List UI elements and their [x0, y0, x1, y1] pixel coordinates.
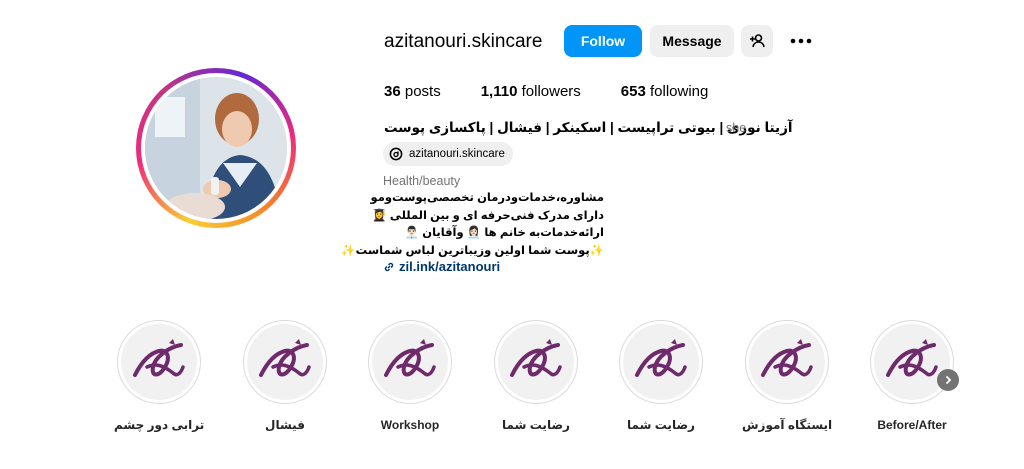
brand-logo-icon	[384, 339, 436, 377]
highlight-image	[749, 324, 825, 400]
following-label: following	[650, 83, 709, 100]
threads-handle: azitanouri.skincare	[409, 148, 505, 160]
highlights-next-button[interactable]	[937, 369, 959, 391]
story-highlights: ترابی دور چشم فیشال Workshop رضایت شما ر…	[0, 320, 1024, 440]
following-count: 653	[620, 83, 646, 100]
followers-label: followers	[521, 83, 581, 100]
highlight-item[interactable]: Workshop	[365, 320, 455, 432]
profile-category: Health/beauty	[383, 174, 461, 188]
posts-label: posts	[404, 83, 441, 100]
avatar-photo	[145, 77, 287, 219]
profile-username: azitanouri.skincare	[384, 31, 543, 52]
followers-stat[interactable]: 1,110 followers	[481, 83, 581, 100]
highlight-item[interactable]: فیشال	[240, 320, 330, 432]
highlight-item[interactable]: رضایت شما	[491, 320, 581, 432]
pronouns: she	[726, 121, 747, 135]
highlight-image	[498, 324, 574, 400]
bio-line: ارائه‌خدمات‌به خانم ها 👩🏻‍💼 وآقایان 👨🏻‍💼	[404, 227, 604, 239]
highlight-item[interactable]: ترابی دور چشم	[114, 320, 204, 432]
brand-logo-icon	[259, 339, 311, 377]
bio-line: ✨پوست شما اولین وزیباترین لباس شماست✨	[341, 244, 604, 257]
following-stat[interactable]: 653 following	[621, 83, 709, 100]
highlight-image	[121, 324, 197, 400]
more-options-icon	[790, 38, 812, 44]
message-button[interactable]: Message	[650, 25, 734, 57]
highlight-label: فیشال	[265, 418, 305, 432]
highlight-label: Before/After	[877, 418, 947, 432]
threads-badge[interactable]: azitanouri.skincare	[383, 142, 513, 166]
suggested-accounts-button[interactable]	[741, 25, 773, 57]
bio-line: دارای مدرک فنی‌حرفه ای و بین المللی 👩‍🎓	[372, 209, 604, 222]
highlight-label: ترابی دور چشم	[114, 418, 205, 432]
highlight-label: Workshop	[380, 418, 440, 432]
highlight-image	[874, 324, 950, 400]
bio-link[interactable]: zil.ink/azitanouri	[383, 259, 500, 274]
person-plus-icon	[750, 34, 765, 48]
more-options-button[interactable]	[788, 30, 814, 52]
posts-stat: 36 posts	[384, 83, 441, 100]
highlight-item[interactable]: ایستگاه آموزش	[742, 320, 832, 432]
brand-logo-icon	[510, 339, 562, 377]
highlight-label: رضایت شما	[502, 418, 570, 432]
chevron-right-icon	[945, 375, 952, 385]
highlight-item[interactable]: رضایت شما	[616, 320, 706, 432]
brand-logo-icon	[761, 339, 813, 377]
highlight-cover	[243, 320, 327, 404]
highlight-cover	[368, 320, 452, 404]
link-icon	[384, 262, 394, 271]
highlight-cover	[494, 320, 578, 404]
highlight-image	[372, 324, 448, 400]
highlight-cover	[619, 320, 703, 404]
avatar-border	[141, 73, 291, 223]
posts-count: 36	[384, 83, 401, 100]
avatar-portrait-icon	[145, 77, 287, 219]
bio-link-text: zil.ink/azitanouri	[399, 259, 501, 274]
bio-line: مشاوره،خدمات‌ودرمان تخصصی‌پوست‌ومو	[370, 192, 604, 204]
highlight-cover	[870, 320, 954, 404]
profile-stats: 36 posts 1,110 followers 653 following	[384, 83, 748, 100]
followers-count: 1,110	[480, 83, 518, 100]
highlight-label: ایستگاه آموزش	[742, 418, 833, 432]
brand-logo-icon	[635, 339, 687, 377]
threads-icon	[389, 147, 403, 161]
brand-logo-icon	[886, 339, 938, 377]
highlight-image	[247, 324, 323, 400]
profile-avatar[interactable]	[136, 68, 296, 228]
follow-button[interactable]: Follow	[564, 25, 642, 57]
highlight-label: رضایت شما	[627, 418, 695, 432]
bio-text: مشاوره،خدمات‌ودرمان تخصصی‌پوست‌ومو دارای…	[341, 190, 604, 260]
highlight-cover	[745, 320, 829, 404]
highlight-cover	[117, 320, 201, 404]
brand-logo-icon	[133, 339, 185, 377]
highlight-image	[623, 324, 699, 400]
